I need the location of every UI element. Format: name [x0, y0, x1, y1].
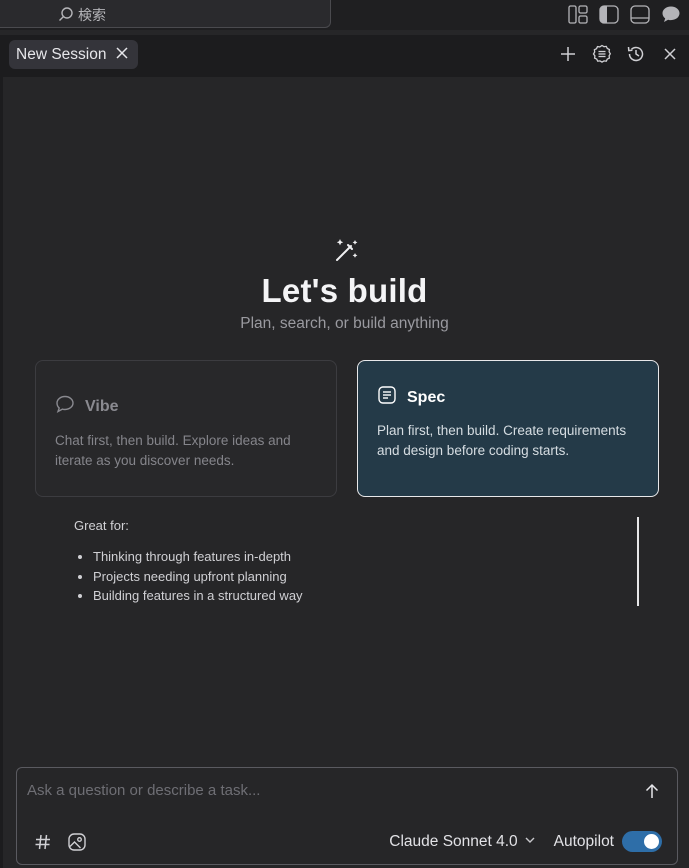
hero-subtitle: Plan, search, or build anything	[240, 315, 449, 332]
speech-bubble-icon	[55, 394, 75, 419]
list-item: Building features in a structured way	[93, 586, 303, 606]
card-title: Spec	[407, 388, 446, 406]
chat-icon[interactable]	[660, 4, 681, 24]
arrow-up-icon	[645, 783, 659, 798]
great-for-heading: Great for:	[74, 518, 129, 533]
send-button[interactable]	[640, 779, 664, 803]
list-item: Thinking through features in-depth	[93, 547, 303, 567]
chevron-down-icon	[524, 833, 536, 851]
composer: Claude Sonnet 4.0 Autopilot	[16, 767, 678, 865]
close-icon[interactable]	[659, 43, 681, 65]
card-title: Vibe	[85, 397, 119, 415]
composer-tools	[33, 832, 87, 852]
layout-panels-icon[interactable]	[567, 4, 588, 24]
toggle-sidebar-icon[interactable]	[598, 4, 619, 24]
model-selector[interactable]: Claude Sonnet 4.0	[389, 833, 535, 851]
title-bar: 検索	[0, 0, 689, 30]
close-tab-icon[interactable]	[116, 46, 128, 64]
text-cursor-divider	[637, 517, 639, 606]
hashtag-icon[interactable]	[33, 832, 53, 852]
mode-card-spec[interactable]: Spec Plan first, then build. Create requ…	[357, 360, 659, 497]
tab-bar: New Session	[0, 35, 689, 77]
toggle-panel-icon[interactable]	[629, 4, 650, 24]
model-name: Claude Sonnet 4.0	[389, 832, 518, 850]
tab-actions	[557, 43, 681, 65]
list-item: Projects needing upfront planning	[93, 567, 303, 587]
search-icon	[58, 6, 74, 25]
card-header: Spec	[377, 385, 639, 410]
great-for-list: Thinking through features in-depth Proje…	[93, 547, 303, 606]
tab-new-session[interactable]: New Session	[9, 40, 139, 69]
toggle-knob	[644, 834, 659, 849]
magic-wand-icon	[333, 236, 361, 264]
search-label: 検索	[78, 7, 106, 23]
composer-options: Claude Sonnet 4.0 Autopilot	[389, 831, 662, 852]
history-icon[interactable]	[625, 43, 647, 65]
search-inner: 検索	[58, 5, 106, 25]
checklist-icon[interactable]	[591, 43, 613, 65]
autopilot-label: Autopilot	[553, 832, 614, 850]
layout-controls	[567, 4, 681, 24]
image-attach-icon[interactable]	[67, 832, 87, 852]
card-header: Vibe	[55, 394, 317, 419]
hero-title: Let's build	[261, 272, 428, 309]
chat-input[interactable]	[27, 779, 627, 801]
card-description: Plan first, then build. Create requireme…	[377, 423, 627, 458]
autopilot-toggle[interactable]	[622, 831, 662, 852]
tab-label: New Session	[16, 45, 107, 63]
card-description: Chat first, then build. Explore ideas an…	[55, 433, 291, 468]
document-lines-icon	[377, 385, 397, 410]
mode-card-vibe[interactable]: Vibe Chat first, then build. Explore ide…	[35, 360, 337, 497]
command-search-box[interactable]: 検索	[0, 0, 331, 28]
plus-icon[interactable]	[557, 43, 579, 65]
left-edge-divider	[0, 77, 3, 868]
